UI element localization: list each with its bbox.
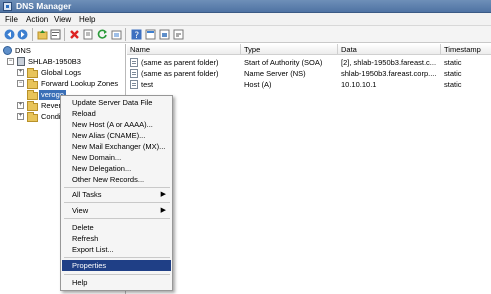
menu-item-new-domain[interactable]: New Domain... [62, 152, 171, 163]
new-alias-icon[interactable] [173, 29, 184, 40]
new-host-icon[interactable] [159, 29, 170, 40]
menu-item-view-label: View [72, 206, 89, 215]
cell-type: Host (A) [244, 80, 272, 89]
back-icon[interactable] [4, 29, 15, 40]
folder-icon [27, 79, 38, 89]
menu-separator [64, 202, 170, 203]
column-header-type[interactable]: Type [241, 44, 338, 55]
menu-item-all-tasks-label: All Tasks [72, 190, 102, 199]
menu-item-refresh[interactable]: Refresh [62, 233, 171, 244]
menu-item-delete[interactable]: Delete [62, 222, 171, 233]
cell-name: (same as parent folder) [141, 69, 219, 78]
forward-icon[interactable] [17, 29, 28, 40]
column-header-name[interactable]: Name [127, 44, 241, 55]
menu-item-help[interactable]: Help [62, 277, 171, 288]
new-record-icon[interactable] [145, 29, 156, 40]
menu-file[interactable]: File [5, 14, 18, 25]
export-list-icon[interactable] [111, 29, 122, 40]
toolbar-separator [32, 28, 33, 41]
folder-icon [27, 68, 38, 78]
collapse-icon[interactable]: − [17, 80, 24, 87]
column-header-data[interactable]: Data [338, 44, 441, 55]
properties-icon[interactable] [50, 29, 61, 40]
table-row[interactable]: (same as parent folder) Name Server (NS)… [127, 68, 491, 79]
table-row[interactable]: (same as parent folder) Start of Authori… [127, 57, 491, 68]
record-icon [130, 80, 138, 89]
menu-item-other-new-records[interactable]: Other New Records... [62, 174, 171, 185]
cell-timestamp: static [444, 69, 462, 78]
menu-separator [64, 274, 170, 275]
tree-node-global-logs-label: Global Logs [41, 68, 82, 77]
tree-node-reverse-zones-label: Rever [41, 101, 62, 110]
menu-item-new-host[interactable]: New Host (A or AAAA)... [62, 119, 171, 130]
menu-item-view[interactable]: View ▶ [62, 205, 171, 216]
refresh-icon[interactable] [97, 29, 108, 40]
menu-view[interactable]: View [54, 14, 71, 25]
expand-icon[interactable]: + [17, 113, 24, 120]
tree-node-server[interactable]: − SHLAB-1950B3 [7, 57, 117, 67]
folder-icon [27, 101, 38, 111]
menu-item-export-list[interactable]: Export List... [62, 244, 171, 255]
cell-data: 10.10.10.1 [341, 80, 377, 89]
expand-icon[interactable]: + [17, 69, 24, 76]
menu-action[interactable]: Action [26, 14, 48, 25]
dns-manager-app-icon [3, 2, 12, 11]
cell-data: shlab-1950b3.fareast.corp.... [341, 69, 437, 78]
cell-name: test [141, 80, 154, 89]
cell-data: [2], shlab-1950b3.fareast.c... [341, 58, 437, 67]
collapse-icon[interactable]: − [7, 58, 14, 65]
delete-icon[interactable] [69, 29, 80, 40]
help-icon[interactable]: ? [131, 29, 142, 40]
export-icon[interactable] [83, 29, 94, 40]
tree-node-forward-zones-label: Forward Lookup Zones [41, 79, 119, 88]
menu-item-reload[interactable]: Reload [62, 108, 171, 119]
window-title: DNS Manager [16, 1, 72, 11]
toolbar-separator [64, 28, 65, 41]
table-row[interactable]: test Host (A) 10.10.10.1 static [127, 79, 491, 90]
menu-item-new-delegation[interactable]: New Delegation... [62, 163, 171, 174]
list-header: Name Type Data Timestamp [127, 44, 491, 55]
submenu-arrow-icon: ▶ [160, 191, 166, 198]
expand-icon[interactable]: + [17, 102, 24, 109]
column-header-timestamp[interactable]: Timestamp [441, 44, 491, 55]
cell-type: Start of Authority (SOA) [244, 58, 323, 67]
cell-type: Name Server (NS) [244, 69, 306, 78]
record-icon [130, 58, 138, 67]
folder-icon [27, 90, 38, 100]
title-bar: DNS Manager [0, 0, 491, 13]
toolbar: ? [0, 26, 491, 43]
cell-timestamp: static [444, 80, 462, 89]
folder-icon [27, 112, 38, 122]
menu-bar: File Action View Help [0, 13, 491, 26]
menu-item-new-alias[interactable]: New Alias (CNAME)... [62, 130, 171, 141]
tree-node-dns-label: DNS [15, 46, 31, 55]
dns-icon [3, 46, 12, 55]
context-menu: Update Server Data File Reload New Host … [60, 95, 173, 291]
submenu-arrow-icon: ▶ [160, 207, 166, 214]
records-list: Name Type Data Timestamp (same as parent… [127, 44, 491, 294]
tree-node-forward-zones[interactable]: − Forward Lookup Zones [17, 79, 125, 89]
menu-item-properties[interactable]: Properties [62, 260, 171, 271]
record-icon [130, 69, 138, 78]
cell-name: (same as parent folder) [141, 58, 219, 67]
menu-item-all-tasks[interactable]: All Tasks ▶ [62, 189, 171, 200]
menu-separator [64, 257, 170, 258]
menu-item-new-mail-exchanger[interactable]: New Mail Exchanger (MX)... [62, 141, 171, 152]
menu-separator [64, 218, 170, 219]
tree-node-server-label: SHLAB-1950B3 [28, 57, 81, 66]
menu-item-update-server-data-file[interactable]: Update Server Data File [62, 97, 171, 108]
server-icon [17, 57, 25, 66]
cell-timestamp: static [444, 58, 462, 67]
svg-text:?: ? [134, 31, 139, 40]
toolbar-separator [125, 28, 126, 41]
tree-node-global-logs[interactable]: + Global Logs [17, 68, 117, 78]
menu-separator [64, 187, 170, 188]
up-folder-icon[interactable] [37, 29, 48, 40]
menu-help[interactable]: Help [79, 14, 95, 25]
